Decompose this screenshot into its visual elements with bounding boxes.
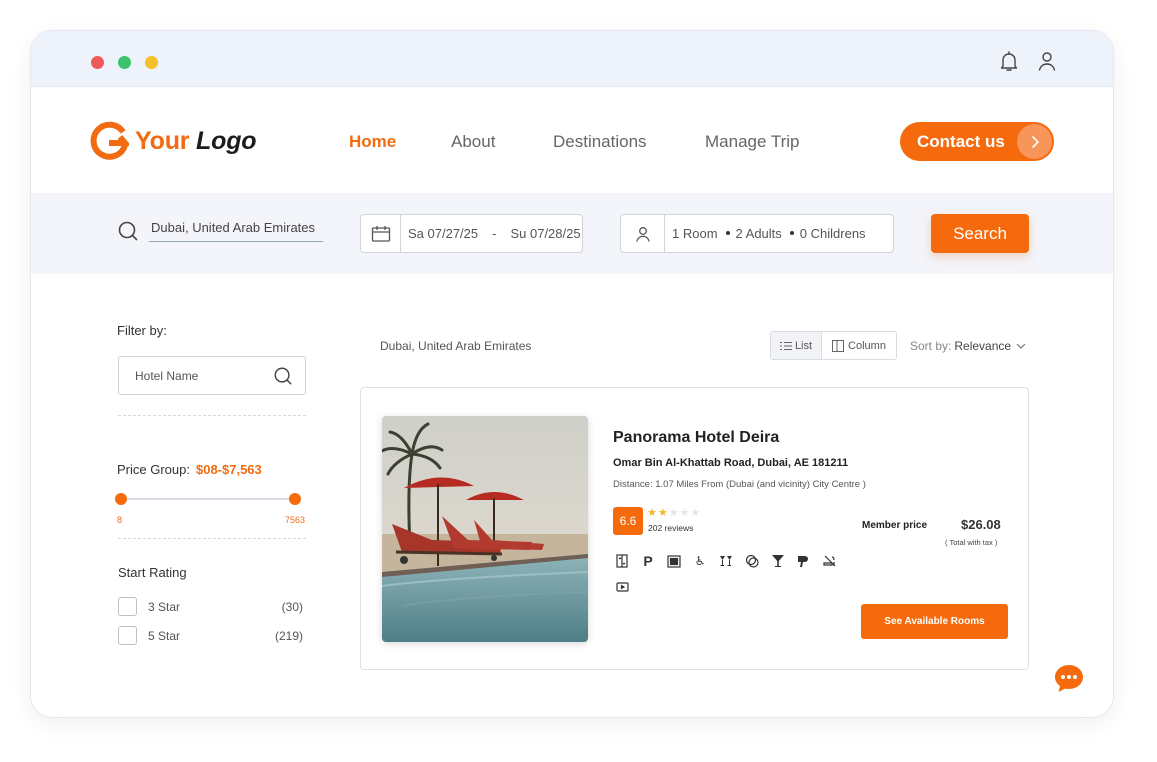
check-in-date: Sa 07/27/25 bbox=[408, 226, 479, 241]
star-icon: ★ bbox=[690, 507, 702, 519]
filter-panel: Filter by: Hotel Name Price Group: $08-$7… bbox=[115, 323, 307, 645]
checkbox[interactable] bbox=[118, 597, 137, 616]
window-titlebar bbox=[31, 31, 1113, 87]
price-min-label: 8 bbox=[117, 515, 123, 525]
chat-bubble-icon[interactable] bbox=[1053, 663, 1085, 695]
review-count[interactable]: 202 reviews bbox=[648, 523, 693, 533]
rating-label: 5 Star bbox=[148, 628, 181, 643]
price-slider-track[interactable] bbox=[121, 498, 297, 500]
price-slider-min-handle[interactable] bbox=[115, 493, 127, 505]
location-field[interactable]: Dubai, United Arab Emirates bbox=[117, 220, 323, 242]
contact-us-button[interactable]: Contact us bbox=[900, 122, 1054, 161]
rating-option-3-star[interactable]: 3 Star (30) bbox=[118, 597, 303, 616]
close-window-dot[interactable] bbox=[91, 56, 104, 69]
hotel-name[interactable]: Panorama Hotel Deira bbox=[613, 429, 779, 447]
search-button[interactable]: Search bbox=[931, 214, 1029, 253]
filter-title: Filter by: bbox=[117, 323, 167, 338]
hotel-photo[interactable] bbox=[382, 416, 588, 642]
maximize-window-dot[interactable] bbox=[118, 56, 131, 69]
hotel-name-placeholder: Hotel Name bbox=[135, 368, 199, 383]
location-value: Dubai, United Arab Emirates bbox=[149, 220, 323, 242]
children-count: 0 Childrens bbox=[799, 226, 866, 241]
star-icon: ★ bbox=[657, 507, 669, 519]
sort-value: Relevance bbox=[954, 339, 1012, 353]
bullet-separator bbox=[789, 230, 794, 235]
bar-icon bbox=[717, 552, 735, 570]
hairdryer-icon bbox=[795, 552, 813, 570]
user-icon[interactable] bbox=[1035, 49, 1059, 73]
view-toggle: List Column bbox=[770, 331, 897, 360]
price-group-value: $08-$7,563 bbox=[195, 462, 262, 477]
pool-loungers-image bbox=[382, 416, 588, 642]
chevron-right-icon bbox=[1017, 124, 1052, 159]
search-icon[interactable] bbox=[273, 366, 293, 386]
adults-count: 2 Adults bbox=[735, 226, 782, 241]
hotel-distance: Distance: 1.07 Miles From (Dubai (and vi… bbox=[613, 479, 866, 490]
amenities-list: P ♿ bbox=[613, 552, 853, 596]
bell-icon[interactable] bbox=[997, 49, 1021, 73]
safe-icon bbox=[665, 552, 683, 570]
view-column-button[interactable]: Column bbox=[822, 332, 896, 359]
contact-us-label: Contact us bbox=[917, 131, 1005, 151]
tax-note: ( Total with tax ) bbox=[945, 538, 998, 547]
divider bbox=[118, 415, 306, 416]
brand-logo[interactable]: Your Logo bbox=[89, 121, 257, 161]
search-icon bbox=[118, 221, 138, 241]
hotel-name-input[interactable]: Hotel Name bbox=[118, 356, 306, 395]
sort-dropdown[interactable]: Sort by: Relevance bbox=[910, 339, 1026, 353]
view-list-button[interactable]: List bbox=[771, 332, 822, 359]
sort-label: Sort by: bbox=[910, 339, 952, 353]
nav-home[interactable]: Home bbox=[349, 132, 396, 152]
logo-text: Your Logo bbox=[135, 126, 257, 155]
price-group-label: Price Group: $08-$7,563 bbox=[117, 462, 262, 477]
rating-option-5-star[interactable]: 5 Star (219) bbox=[118, 626, 303, 645]
logo-icon bbox=[90, 121, 129, 160]
rating-label: 3 Star bbox=[148, 599, 181, 614]
chevron-down-icon bbox=[1016, 343, 1026, 349]
results-location: Dubai, United Arab Emirates bbox=[380, 339, 532, 353]
price-max-label: 7563 bbox=[285, 515, 306, 525]
rating-count: (30) bbox=[281, 599, 303, 614]
nav-about[interactable]: About bbox=[451, 132, 495, 152]
browser-window: Your Logo Home About Destinations Manage… bbox=[30, 30, 1114, 718]
hotel-card: Panorama Hotel Deira Omar Bin Al-Khattab… bbox=[360, 387, 1029, 670]
person-icon bbox=[621, 215, 665, 252]
hotel-address: Omar Bin Al-Khattab Road, Dubai, AE 1812… bbox=[613, 457, 849, 469]
divider bbox=[118, 538, 306, 539]
cocktail-icon bbox=[769, 552, 787, 570]
calendar-icon bbox=[361, 215, 401, 252]
minimize-window-dot[interactable] bbox=[145, 56, 158, 69]
laundry-icon bbox=[743, 552, 761, 570]
date-range-field[interactable]: Sa 07/27/25 - Su 07/28/25 bbox=[360, 214, 583, 253]
bullet-separator bbox=[725, 230, 730, 235]
star-rating-title: Start Rating bbox=[118, 565, 187, 580]
review-score-badge: 6.6 bbox=[613, 507, 643, 535]
parking-icon: P bbox=[643, 553, 653, 569]
date-separator: - bbox=[492, 226, 497, 241]
nav-destinations[interactable]: Destinations bbox=[553, 132, 647, 152]
star-rating: ★★★★★ bbox=[647, 508, 701, 519]
see-available-rooms-button[interactable]: See Available Rooms bbox=[861, 604, 1008, 639]
star-icon: ★ bbox=[647, 507, 658, 519]
lift-icon bbox=[613, 552, 631, 570]
tv-icon bbox=[613, 578, 631, 596]
rating-count: (219) bbox=[274, 628, 303, 643]
star-icon: ★ bbox=[679, 507, 691, 519]
column-icon bbox=[832, 339, 845, 352]
top-navigation: Your Logo Home About Destinations Manage… bbox=[31, 88, 1113, 193]
price-slider-max-handle[interactable] bbox=[289, 493, 301, 505]
member-price-label: Member price bbox=[862, 520, 928, 531]
rooms-count: 1 Room bbox=[672, 226, 718, 241]
check-out-date: Su 07/28/25 bbox=[510, 226, 581, 241]
search-bar: Dubai, United Arab Emirates Sa 07/27/25 … bbox=[31, 193, 1113, 274]
no-smoking-icon bbox=[821, 552, 839, 570]
accessible-icon: ♿ bbox=[694, 554, 706, 568]
guests-field[interactable]: 1 Room 2 Adults 0 Childrens bbox=[620, 214, 894, 253]
nav-manage-trip[interactable]: Manage Trip bbox=[705, 132, 800, 152]
star-icon: ★ bbox=[668, 507, 680, 519]
list-icon bbox=[779, 341, 792, 350]
member-price-value: $26.08 bbox=[961, 517, 1001, 532]
checkbox[interactable] bbox=[118, 626, 137, 645]
